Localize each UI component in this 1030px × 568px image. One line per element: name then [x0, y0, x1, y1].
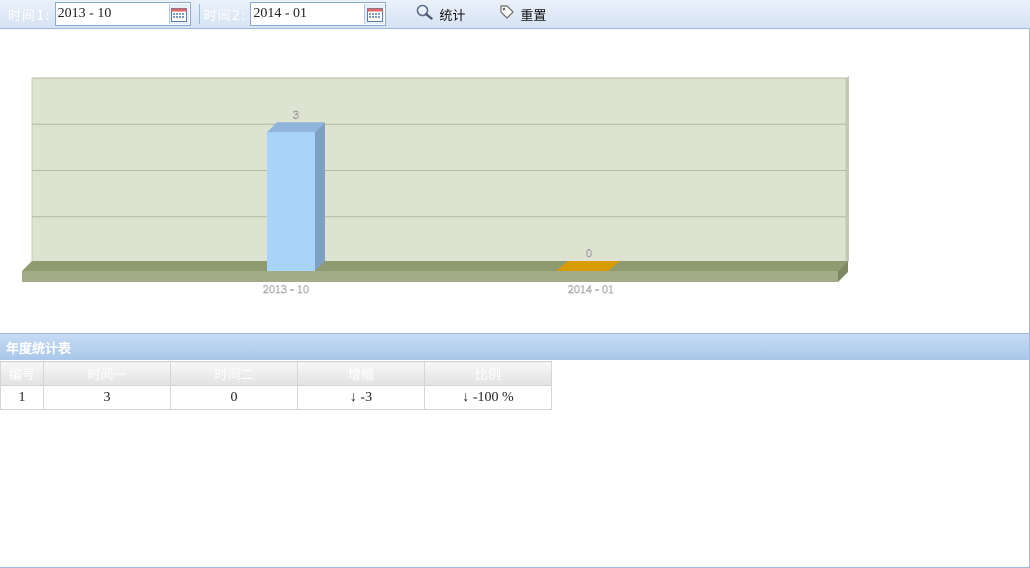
bar-chart: 0123432013 - 1002014 - 01: [22, 73, 849, 296]
chart-floor-top: [22, 261, 848, 271]
y-tick-label: 2: [23, 166, 29, 178]
time2-label: 时间2:: [203, 8, 247, 24]
panel-title: 年度统计表: [6, 341, 72, 357]
time1-input[interactable]: [55, 4, 166, 24]
column-header-increase[interactable]: 增幅: [297, 361, 425, 386]
statistics-table: 编号 时间一 时间二 增幅 比例 1 3 0 ↓ -3 ↓ -100 %: [0, 361, 552, 410]
cell-ratio: ↓ -100 %: [424, 385, 552, 410]
y-tick-label: 1: [23, 212, 29, 224]
cell-time2: 0: [170, 385, 298, 410]
reset-button-label: 重置: [520, 8, 547, 24]
chart-floor-front: [22, 271, 838, 282]
toolbar: 时间1: 时间2:: [0, 0, 1030, 29]
statistics-button-label: 统计: [439, 8, 466, 24]
statistics-button[interactable]: 统计: [416, 4, 465, 24]
bar: [267, 132, 315, 271]
toolbar-separator: [198, 4, 200, 24]
data-label: 0: [586, 246, 592, 260]
calendar-icon[interactable]: [364, 4, 385, 24]
column-header-number[interactable]: 编号: [0, 361, 44, 386]
column-header-ratio[interactable]: 比例: [424, 361, 552, 386]
panel-header: 年度统计表: [0, 333, 1030, 360]
time2-input[interactable]: [251, 4, 362, 24]
bar-top: [267, 122, 325, 133]
time2-date-field[interactable]: [250, 2, 387, 26]
cell-time1: 3: [43, 385, 171, 410]
time1-date-field[interactable]: [54, 2, 191, 26]
cell-increase: ↓ -3: [297, 385, 425, 410]
calendar-icon[interactable]: [168, 4, 189, 24]
x-tick-label: 2013 - 10: [263, 282, 309, 296]
magnifier-icon: [416, 4, 434, 24]
x-tick-label: 2014 - 01: [568, 282, 614, 296]
table-row[interactable]: 1 3 0 ↓ -3 ↓ -100 %: [0, 385, 552, 410]
y-tick-label: 4: [23, 73, 29, 85]
y-tick-label: 3: [23, 119, 29, 131]
plot-side-wall: [846, 76, 849, 263]
tag-icon: [499, 4, 515, 24]
cell-number: 1: [0, 385, 44, 410]
time1-label: 时间1:: [8, 8, 51, 24]
data-label: 3: [293, 107, 299, 121]
column-header-time1[interactable]: 时间一: [43, 361, 171, 386]
chart-area: 0 1 2 3 4 3 2013 - 10 0 2014 - 01: [0, 29, 1030, 332]
bar-side: [315, 122, 325, 271]
reset-button[interactable]: 重置: [499, 4, 546, 24]
table-header-row: 编号 时间一 时间二 增幅 比例: [0, 361, 552, 386]
column-header-time2[interactable]: 时间二: [170, 361, 298, 386]
